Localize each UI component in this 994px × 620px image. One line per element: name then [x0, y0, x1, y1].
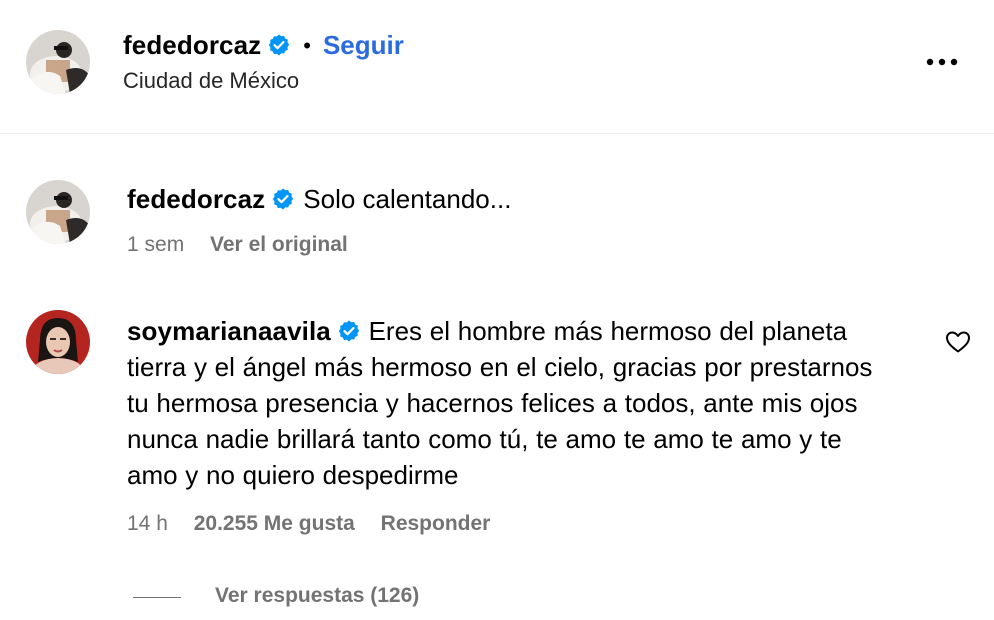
author-username[interactable]: fededorcaz	[123, 30, 261, 60]
see-original-button[interactable]: Ver el original	[210, 233, 348, 256]
more-options-icon[interactable]	[920, 50, 964, 74]
post-location[interactable]: Ciudad de México	[123, 68, 299, 94]
author-avatar[interactable]	[26, 30, 90, 94]
commenter-avatar[interactable]	[26, 310, 90, 374]
comment-likes-count[interactable]: 20.255 Me gusta	[194, 512, 355, 535]
view-replies-button[interactable]: Ver respuestas (126)	[215, 584, 419, 608]
header-title-row: fededorcaz • Seguir	[123, 28, 404, 62]
commenter-username[interactable]: soymarianaavila	[127, 316, 331, 346]
avatar-photo-icon	[26, 30, 90, 94]
heart-icon[interactable]	[945, 330, 971, 354]
caption-author-avatar[interactable]	[26, 180, 90, 244]
avatar-photo-icon	[26, 180, 90, 244]
comment-timestamp[interactable]: 14 h	[127, 512, 168, 535]
follow-button[interactable]: Seguir	[323, 30, 404, 60]
comment-meta: 14 h 20.255 Me gusta Responder	[127, 512, 490, 536]
reply-button[interactable]: Responder	[381, 512, 491, 535]
comment-body: soymarianaavila Eres el hombre más hermo…	[127, 313, 897, 493]
caption-text: Solo calentando...	[303, 184, 512, 214]
verified-badge-icon	[338, 320, 360, 342]
caption-row: fededorcaz Solo calentando...	[127, 180, 927, 218]
caption-meta: 1 sem Ver el original	[127, 233, 348, 257]
post-header: fededorcaz • Seguir Ciudad de México	[0, 0, 994, 134]
comment: soymarianaavila Eres el hombre más hermo…	[127, 313, 897, 493]
caption-timestamp[interactable]: 1 sem	[127, 233, 184, 256]
avatar-photo-icon	[26, 310, 90, 374]
caption: fededorcaz Solo calentando...	[127, 180, 927, 218]
caption-username[interactable]: fededorcaz	[127, 184, 265, 214]
verified-badge-icon	[269, 34, 290, 56]
replies-divider	[133, 597, 181, 598]
verified-badge-icon	[273, 188, 294, 210]
separator-dot: •	[303, 33, 311, 58]
